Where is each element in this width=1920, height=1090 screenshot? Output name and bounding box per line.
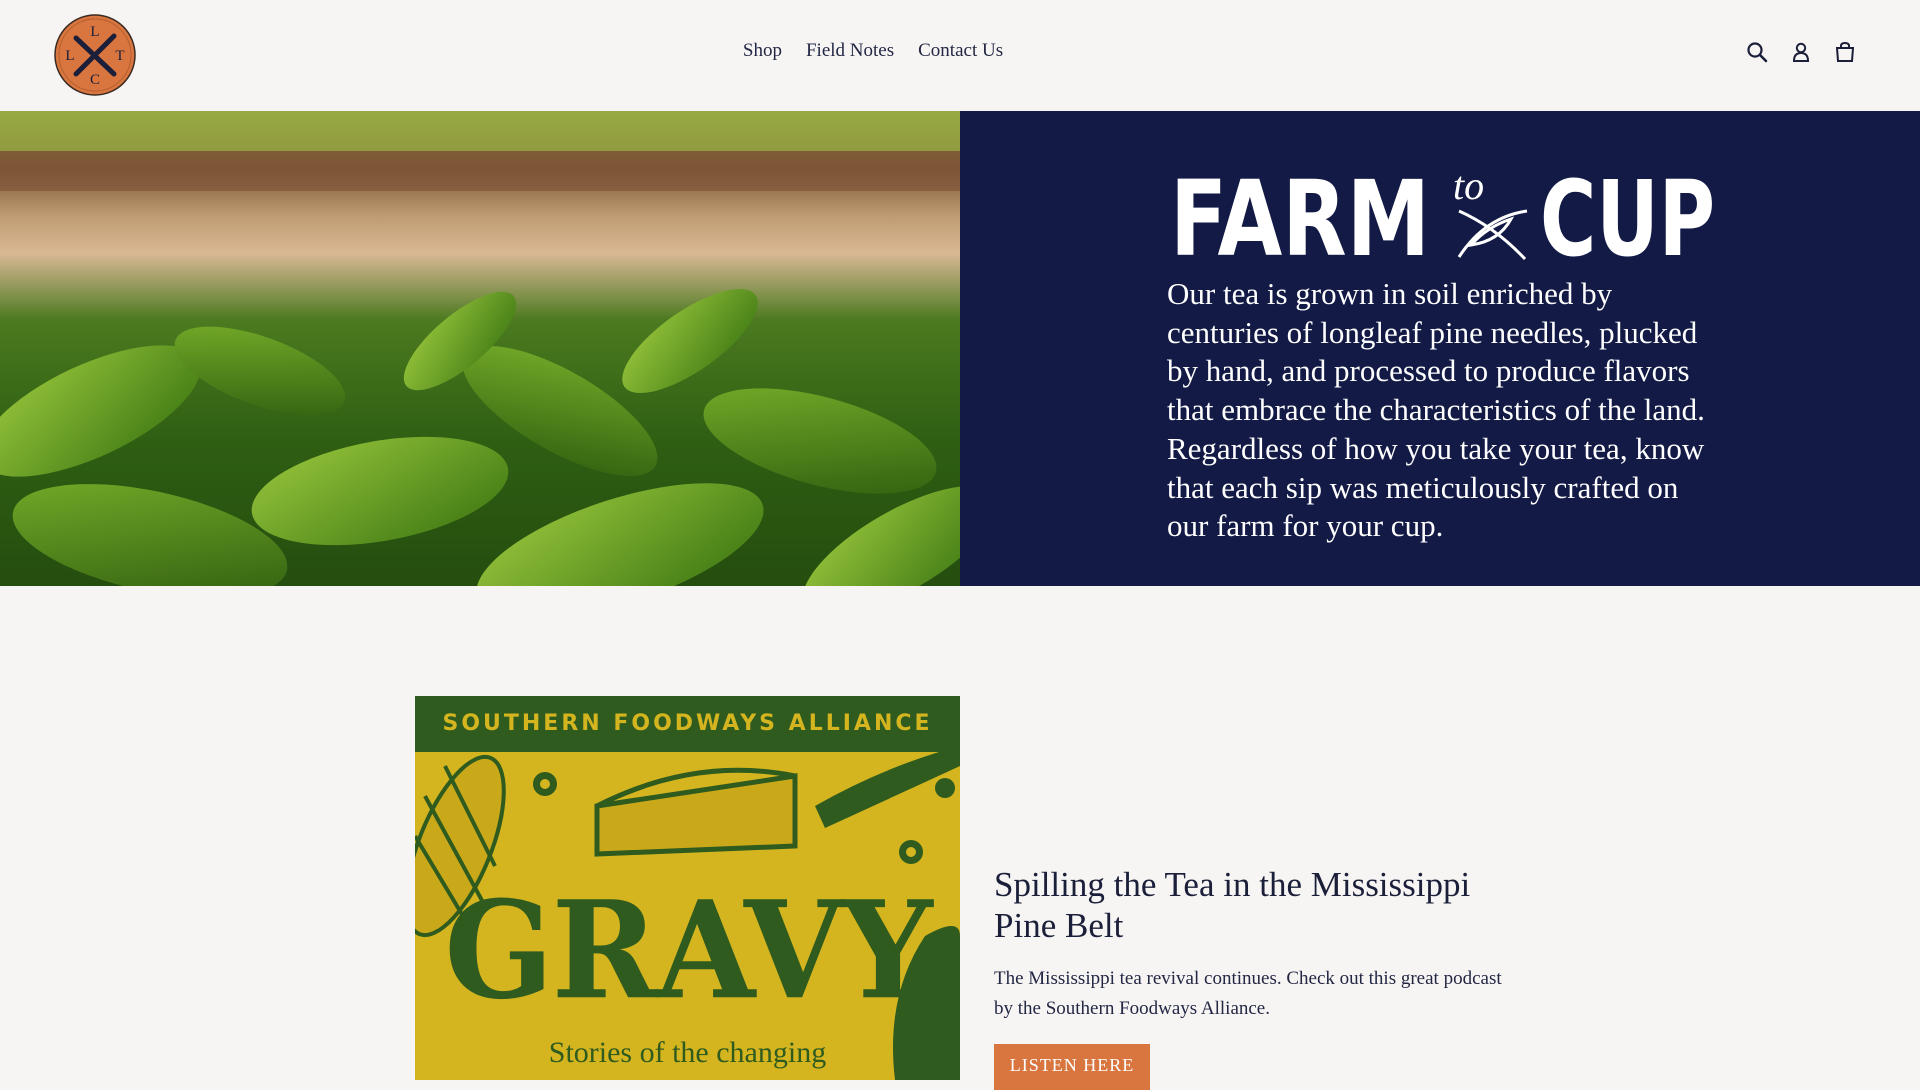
artwork-subtitle: Stories of the changing (548, 1036, 827, 1069)
search-icon[interactable] (1746, 41, 1768, 63)
gravy-podcast-artwork[interactable]: SOUTHERN FOODWAYS ALLIANCE GRAVY Stories… (415, 696, 960, 1080)
feature-title: Spilling the Tea in the Mississippi Pine… (994, 865, 1471, 945)
crossed-leaves-icon (1457, 209, 1528, 261)
header-icons (1746, 41, 1856, 63)
nav-contact-us[interactable]: Contact Us (918, 40, 1003, 62)
tea-leaves-photo (0, 111, 960, 586)
site-header: L L T C Shop Field Notes Contact Us (0, 0, 1920, 111)
listen-here-button[interactable]: LISTEN HERE (994, 1044, 1150, 1090)
wordmark-cup: CUP (1540, 159, 1715, 269)
wordmark-to: to (1453, 163, 1484, 208)
nav-field-notes[interactable]: Field Notes (806, 40, 894, 62)
main-nav: Shop Field Notes Contact Us (0, 40, 1920, 62)
feature-description: The Mississippi tea revival continues. C… (994, 968, 1502, 1019)
farm-to-cup-wordmark: FARM to CUP (1170, 159, 1715, 269)
artwork-title: GRAVY (444, 872, 932, 1030)
hero-body-text: Our tea is grown in soil enriched by cen… (1167, 276, 1705, 544)
tea-leaves (0, 288, 960, 586)
nav-shop[interactable]: Shop (743, 40, 782, 62)
hero-section: FARM to CUP Our tea is grown in soil enr… (0, 111, 1920, 586)
logo-letter-top: L (90, 24, 99, 40)
cart-icon[interactable] (1834, 41, 1856, 63)
logo-letter-bottom: C (90, 72, 100, 88)
pie-slice-icon (594, 767, 798, 857)
account-icon[interactable] (1790, 41, 1812, 63)
wordmark-farm: FARM (1170, 159, 1430, 269)
